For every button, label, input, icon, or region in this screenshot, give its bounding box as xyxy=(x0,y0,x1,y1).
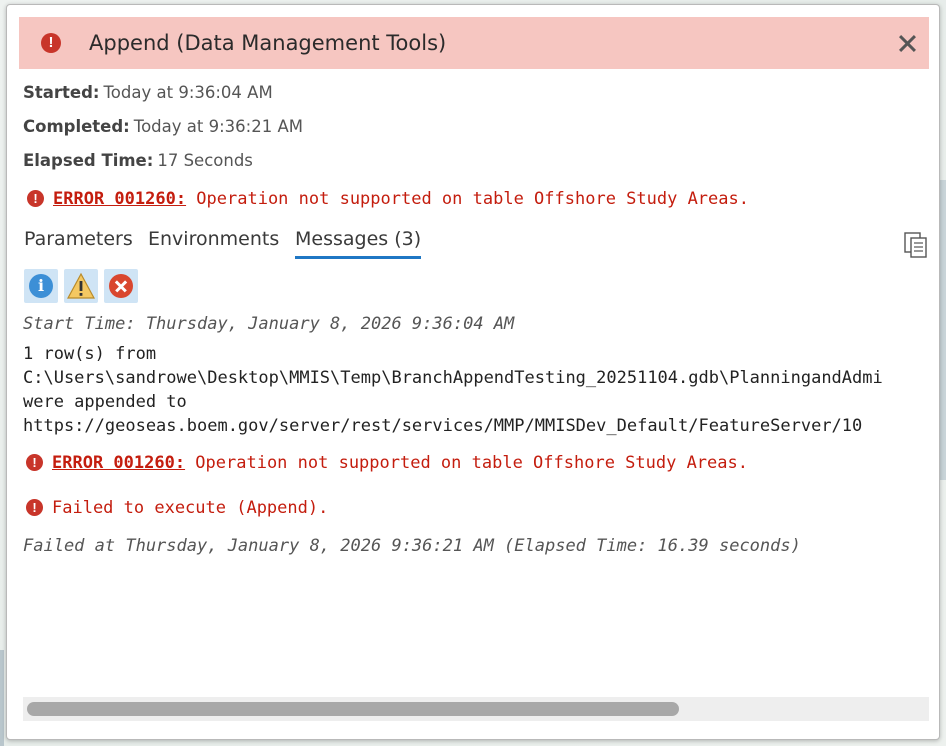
error-message: ! ERROR 001260: Operation not supported o… xyxy=(26,453,748,473)
tab-messages[interactable]: Messages (3) xyxy=(295,228,422,259)
append-result-message: 1 row(s) from C:\Users\sandrowe\Desktop\… xyxy=(23,342,929,438)
tab-environments[interactable]: Environments xyxy=(148,228,279,256)
message-line: 1 row(s) from xyxy=(23,344,157,364)
error-icon: ! xyxy=(27,190,44,207)
tab-parameters[interactable]: Parameters xyxy=(24,228,133,256)
completed-value: Today at 9:36:21 AM xyxy=(133,117,303,136)
dialog-title: Append (Data Management Tools) xyxy=(89,31,447,55)
completed-label: Completed: xyxy=(23,117,130,136)
error-text: Operation not supported on table Offshor… xyxy=(185,453,748,473)
message-line: https://geoseas.boem.gov/server/rest/ser… xyxy=(23,416,863,436)
error-text: Operation not supported on table Offshor… xyxy=(186,189,749,209)
scrollbar-thumb[interactable] xyxy=(27,702,679,716)
message-line: were appended to xyxy=(23,392,187,412)
elapsed-value: 17 Seconds xyxy=(157,151,253,170)
message-line: C:\Users\sandrowe\Desktop\MMIS\Temp\Bran… xyxy=(23,368,883,388)
error-code-link[interactable]: ERROR 001260: xyxy=(53,189,186,209)
started-value: Today at 9:36:04 AM xyxy=(103,83,273,102)
start-time-message: Start Time: Thursday, January 8, 2026 9:… xyxy=(23,314,515,334)
error-text: Failed to execute (Append). xyxy=(52,498,329,518)
failed-message: ! Failed to execute (Append). xyxy=(26,498,328,518)
error-icon: ! xyxy=(26,499,43,516)
error-icon xyxy=(109,274,133,298)
elapsed-label: Elapsed Time: xyxy=(23,151,154,170)
horizontal-scrollbar[interactable] xyxy=(23,697,929,721)
copy-icon[interactable] xyxy=(903,231,929,259)
elapsed-row: Elapsed Time: 17 Seconds xyxy=(23,151,253,170)
warning-filter-button[interactable] xyxy=(64,269,98,303)
error-icon: ! xyxy=(41,33,61,53)
warning-icon xyxy=(66,272,96,299)
info-icon: i xyxy=(29,274,53,298)
info-filter-button[interactable]: i xyxy=(24,269,58,303)
completed-row: Completed: Today at 9:36:21 AM xyxy=(23,117,303,136)
close-button[interactable] xyxy=(893,28,923,58)
started-row: Started: Today at 9:36:04 AM xyxy=(23,83,273,102)
failed-at-message: Failed at Thursday, January 8, 2026 9:36… xyxy=(23,536,801,556)
dialog-header: ! Append (Data Management Tools) xyxy=(19,17,929,69)
geoprocessing-result-popup: ! Append (Data Management Tools) Started… xyxy=(6,4,940,740)
error-code-link[interactable]: ERROR 001260: xyxy=(52,453,185,473)
error-filter-button[interactable] xyxy=(104,269,138,303)
error-icon: ! xyxy=(26,454,43,471)
started-label: Started: xyxy=(23,83,100,102)
summary-error: ! ERROR 001260: Operation not supported o… xyxy=(27,189,749,209)
map-feature xyxy=(0,650,4,746)
